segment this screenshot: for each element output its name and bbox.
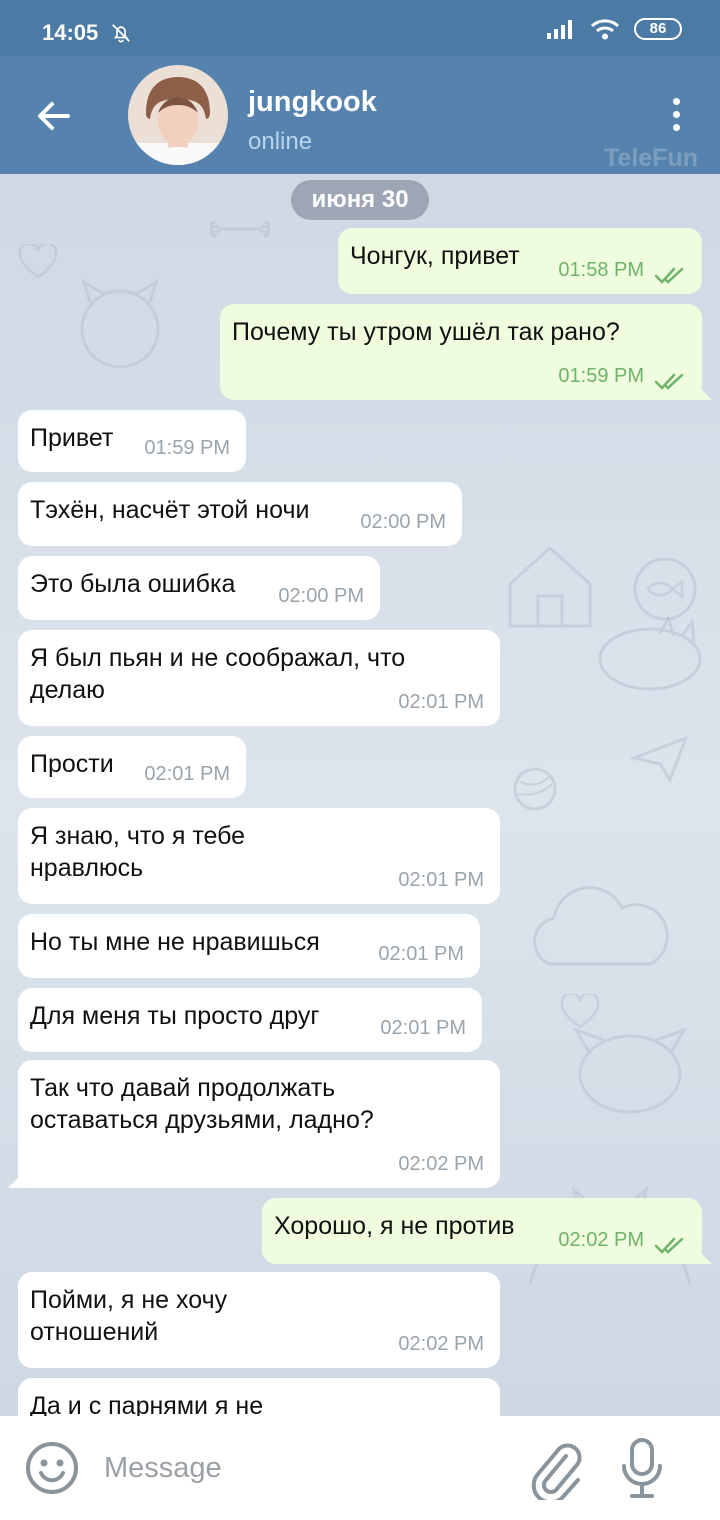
watermark: TeleFun [604,144,698,172]
message-time: 02:01 PM [378,943,464,965]
message-time: 02:01 PM [144,763,230,785]
message-incoming[interactable]: Это была ошибка 02:00 PM [18,556,380,620]
house-doodle-icon [508,545,592,628]
paperclip-icon[interactable] [526,1436,582,1500]
message-incoming[interactable]: Я был пьян и не соображал, что делаю 02:… [18,630,500,726]
double-check-icon [654,1237,684,1254]
message-incoming[interactable]: Да и с парнями я не [18,1378,500,1416]
message-time: 02:00 PM [278,585,364,607]
chat-title[interactable]: jungkook [248,86,377,119]
message-incoming[interactable]: Для меня ты просто друг 02:01 PM [18,988,482,1052]
message-text: Я знаю, что я тебе нравлюсь [30,822,246,882]
message-text: Чонгук, привет [350,242,520,270]
dog-doodle-icon [572,1027,688,1114]
message-text: Тэхён, насчёт этой ночи [30,496,310,524]
battery-indicator: 86 [634,18,682,40]
smile-icon[interactable] [24,1440,80,1496]
message-incoming[interactable]: Привет 01:59 PM [18,410,246,472]
status-indicators: 86 [546,18,682,40]
message-text: Я был пьян и не соображал, что делаю [30,644,406,704]
message-text: Прости [30,750,114,778]
status-bar: 14:05 86 [0,0,720,56]
double-check-icon [654,267,684,284]
message-incoming[interactable]: Но ты мне не нравишься 02:01 PM [18,914,480,978]
heart-doodle-icon [560,994,600,1029]
heart-doodle-icon [18,244,58,279]
message-text: Да и с парнями я не [30,1392,264,1416]
message-time: 02:02 PM [558,1229,644,1251]
message-input-bar [0,1416,720,1520]
message-incoming[interactable]: Так что давай продолжать оставаться друз… [8,1060,500,1188]
chat-header: jungkook online TeleFun [0,56,720,174]
message-text: Привет [30,424,114,452]
message-outgoing[interactable]: Почему ты утром ушёл так рано? 01:59 PM [220,304,712,400]
cloud-doodle-icon [533,886,669,966]
message-time: 02:02 PM [398,1333,484,1355]
message-time: 02:01 PM [380,1017,466,1039]
chat-area[interactable]: июня 30 Чонгук, привет 01:58 PM Почему т… [0,174,720,1416]
cat-doodle-icon [80,278,160,369]
message-time: 01:59 PM [144,437,230,459]
message-text: Так что давай продолжать оставаться друз… [30,1074,374,1134]
chat-status: online [248,128,313,155]
double-check-icon [654,373,684,390]
yarn-doodle-icon [513,767,557,811]
signal-icon [547,20,572,39]
message-outgoing[interactable]: Хорошо, я не против 02:02 PM [262,1198,712,1264]
arrow-left-icon[interactable] [30,92,78,140]
microphone-icon[interactable] [618,1436,666,1500]
message-input[interactable] [104,1446,484,1490]
message-incoming[interactable]: Прости 02:01 PM [18,736,246,798]
message-text: Это была ошибка [30,570,236,598]
wifi-icon [590,19,620,40]
message-text: Для меня ты просто друг [30,1002,320,1030]
message-time: 01:59 PM [558,365,644,387]
avatar[interactable] [128,65,228,165]
message-text: Пойми, я не хочу отношений [30,1286,228,1346]
message-time: 02:00 PM [360,511,446,533]
message-time: 02:02 PM [398,1153,484,1175]
sleeping-cat-doodle-icon [598,614,702,691]
more-vertical-icon[interactable] [662,94,690,138]
message-time: 02:01 PM [398,691,484,713]
date-separator: июня 30 [291,180,429,220]
message-incoming[interactable]: Тэхён, насчёт этой ночи 02:00 PM [18,482,462,546]
message-text: Хорошо, я не против [274,1212,515,1240]
bone-doodle-icon [210,220,270,238]
message-time: 01:58 PM [558,259,644,281]
message-text: Почему ты утром ушёл так рано? [232,318,620,346]
message-text: Но ты мне не нравишься [30,928,320,956]
message-outgoing[interactable]: Чонгук, привет 01:58 PM [338,228,702,294]
message-incoming[interactable]: Пойми, я не хочу отношений 02:02 PM [18,1272,500,1368]
message-incoming[interactable]: Я знаю, что я тебе нравлюсь 02:01 PM [18,808,500,904]
message-time: 02:01 PM [398,869,484,891]
status-time: 14:05 [42,20,99,45]
paper-plane-doodle-icon [630,735,689,784]
notifications-off-icon [112,24,130,43]
